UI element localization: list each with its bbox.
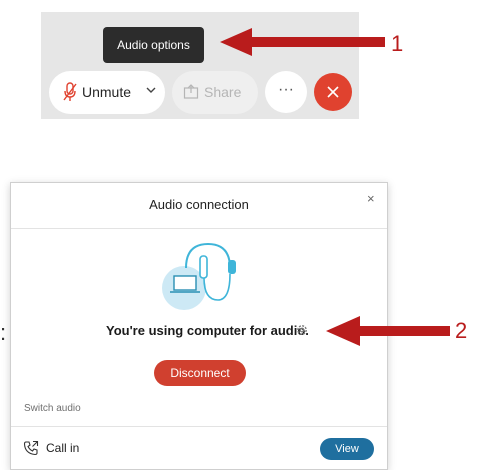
- mic-off-icon: [63, 82, 77, 101]
- annotation-arrow-2: [326, 316, 450, 346]
- dialog-close-button[interactable]: ×: [367, 191, 375, 207]
- view-button[interactable]: View: [320, 438, 374, 460]
- step-number-2: 2: [455, 318, 468, 343]
- chevron-down-icon[interactable]: [146, 86, 156, 94]
- annotation-arrow-1: [220, 28, 385, 56]
- disconnect-button[interactable]: Disconnect: [154, 360, 246, 386]
- share-label: Share: [204, 84, 242, 100]
- switch-audio-label: Switch audio: [24, 403, 81, 414]
- audio-options-tooltip: Audio options: [103, 27, 204, 63]
- dialog-title: Audio connection: [149, 197, 249, 212]
- unmute-label: Unmute: [82, 84, 132, 100]
- more-options-button[interactable]: ···: [265, 71, 307, 113]
- switch-audio-divider: [11, 426, 387, 427]
- headset-laptop-icon: [162, 242, 236, 310]
- audio-status-text: You're using computer for audio.: [106, 323, 309, 338]
- close-icon: [327, 86, 339, 98]
- gear-icon[interactable]: [295, 323, 309, 337]
- step-number-1: 1: [391, 31, 404, 56]
- call-in-label: Call in: [46, 441, 80, 455]
- phone-icon: [23, 440, 39, 456]
- dialog-header-divider: [11, 228, 387, 229]
- share-icon: [183, 84, 199, 99]
- background-text-fragment: :: [0, 320, 7, 345]
